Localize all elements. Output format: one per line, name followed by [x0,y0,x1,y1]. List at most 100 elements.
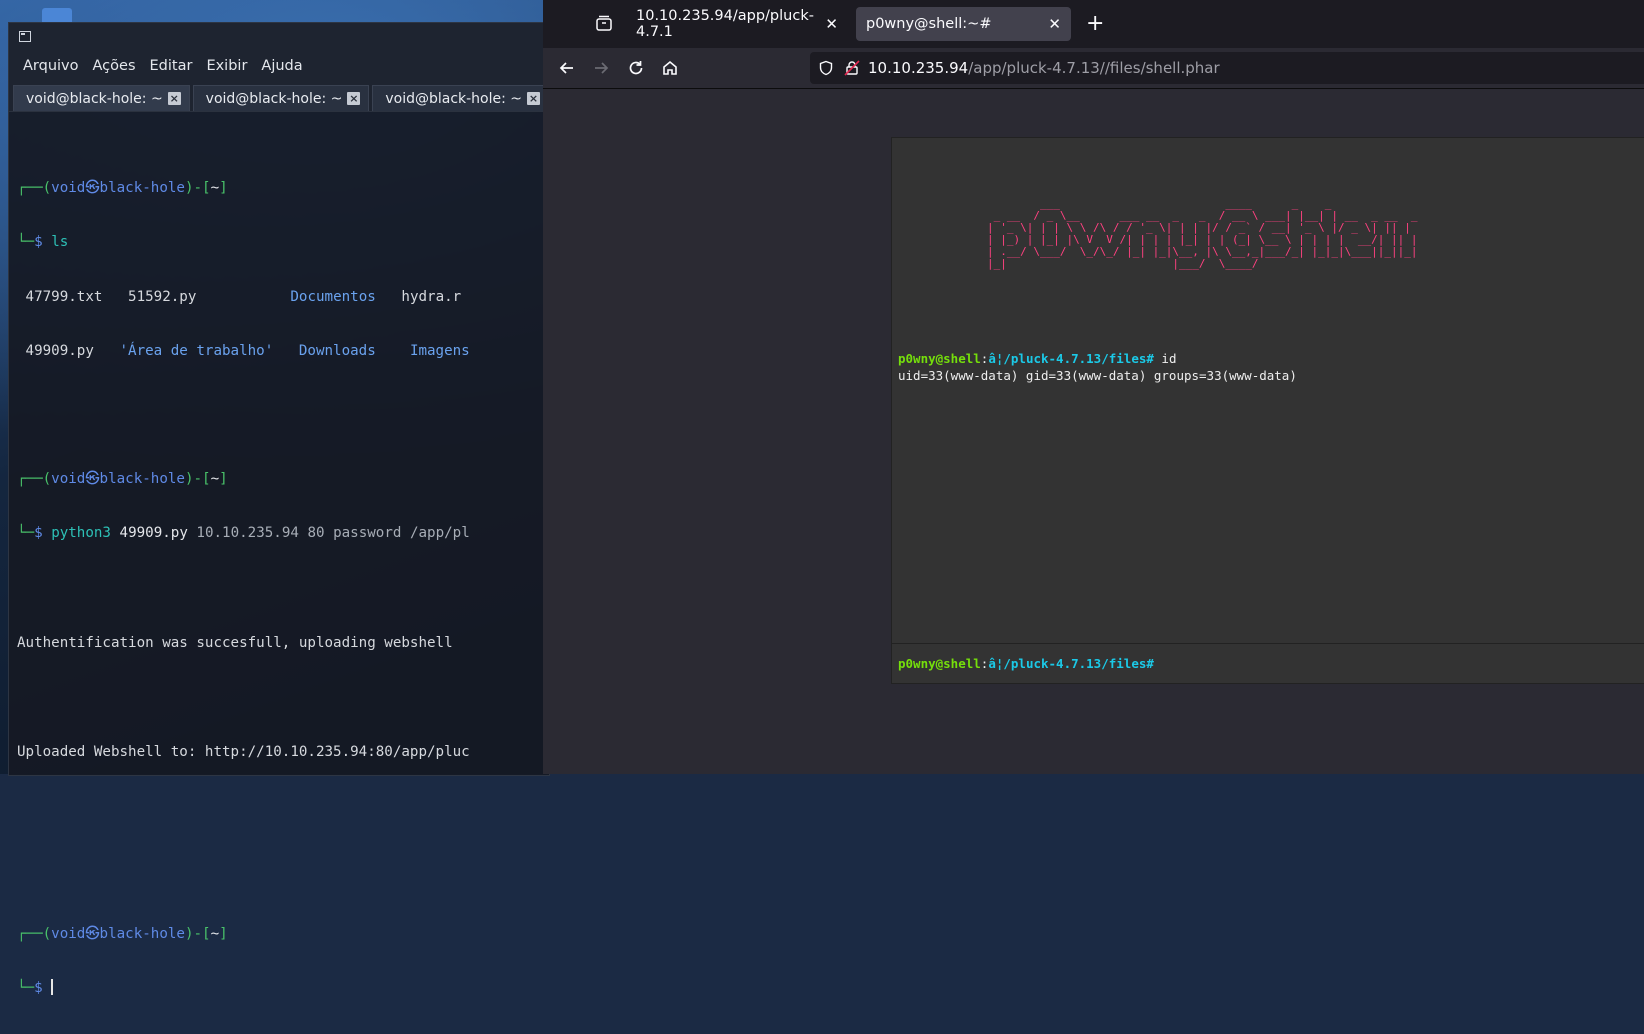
prompt-sign: $ [34,525,43,542]
command-line: └─$ ls [17,233,549,251]
prompt-user: void [51,925,86,942]
close-icon[interactable]: × [527,92,541,105]
prompt-user: void [51,179,86,196]
command-line: └─$ python3 49909.py 10.10.235.94 80 pas… [17,524,549,542]
prompt-dir: ~ [210,179,220,196]
prompt-line: ┌──(void㉿black-hole)-[~] [17,179,549,197]
terminal-window: Arquivo Ações Editar Exibir Ajuda void@b… [8,22,550,996]
ls-output-row: 49909.py 'Área de trabalho' Downloads Im… [17,342,549,360]
terminal-tab-label: void@black-hole: ~ [205,90,343,107]
terminal-tab-label: void@black-hole: ~ [385,90,523,107]
shell-input-prompt[interactable]: p0wny@shell:â¦/pluck-4.7.13/files# [898,656,1154,671]
shell-user: p0wny@shell [898,351,981,366]
terminal-menubar: Arquivo Ações Editar Exibir Ajuda [9,51,549,81]
forward-arrow-icon[interactable] [592,59,610,77]
ls-output-row: 47799.txt 51592.py Documentos hydra.r [17,288,549,306]
terminal-tab-2[interactable]: void@black-hole: ~ × [192,85,370,111]
output-line: Uploaded Webshell to: http://10.10.235.9… [17,743,470,760]
prompt-bracket-end: ] [219,470,228,487]
menu-acoes[interactable]: Ações [93,58,136,74]
prompt-host: black-hole [99,925,185,942]
shell-path: â¦/pluck-4.7.13/files [988,351,1147,366]
url-host: 10.10.235.94 [868,59,969,77]
file-entry: 49909.py [25,343,94,360]
prompt-sign: $ [34,980,43,997]
close-icon[interactable]: × [347,92,361,105]
browser-tab-title: 10.10.235.94/app/pluck-4.7.1 [636,8,814,40]
menu-arquivo[interactable]: Arquivo [23,58,79,74]
dir-entry: Downloads [298,343,376,360]
home-icon[interactable] [661,59,679,77]
reload-icon[interactable] [627,59,645,77]
prompt-host: black-hole [99,470,185,487]
browser-window: 10.10.235.94/app/pluck-4.7.1 ✕ p0wny@she… [543,0,1644,774]
dir-entry: 'Área de trabalho' [119,343,274,360]
terminal-tabbar: void@black-hole: ~ × void@black-hole: ~ … [9,81,550,112]
prompt-corner: └─ [17,980,35,997]
shell-user: p0wny@shell [898,656,981,671]
close-icon[interactable]: ✕ [825,15,838,33]
prompt-bracket-end: ] [219,179,228,196]
shell-command: id [1153,351,1177,366]
terminal-tab-3[interactable]: void@black-hole: ~ × [372,85,550,111]
url-path: /app/pluck-4.7.13//files/shell.phar [968,59,1220,77]
prompt-corner: ┌──( [17,470,52,487]
menu-exibir[interactable]: Exibir [206,58,247,74]
p0wny-shell-panel[interactable]: ___ ____ _ _ _ __ / _ \__ ___ __ _ _ / _… [891,137,1644,684]
output-line: Authentification was succesfull, uploadi… [17,634,453,651]
command-text: python3 [51,525,111,542]
text-cursor [51,979,54,996]
prompt-host: black-hole [99,179,185,196]
terminal-titlebar[interactable] [9,23,549,51]
tab-list-icon[interactable] [595,14,613,32]
new-tab-plus-icon[interactable]: + [1086,11,1104,36]
shield-icon[interactable] [818,60,834,76]
prompt-corner: └─ [17,234,35,251]
browser-navbar: 10.10.235.94/app/pluck-4.7.13//files/she… [543,48,1644,89]
browser-tab-p0wny[interactable]: p0wny@shell:~# ✕ [856,7,1071,41]
terminal-output[interactable]: ┌──(void㉿black-hole)-[~] └─$ ls 47799.tx… [9,112,549,1034]
terminal-tab-label: void@black-hole: ~ [26,90,163,107]
shell-hash: # [1146,656,1154,671]
shell-divider [892,643,1644,644]
command-args: 10.10.235.94 80 password /app/pl [196,525,470,542]
file-entry: 51592.py [128,288,197,305]
menu-editar[interactable]: Editar [150,58,193,74]
p0wny-ascii-banner: ___ ____ _ _ _ __ / _ \__ ___ __ _ _ / _… [987,197,1418,270]
prompt-corner: └─ [17,525,35,542]
prompt-corner: ┌──( [17,925,52,942]
menu-ajuda[interactable]: Ajuda [261,58,302,74]
prompt-at: ㉿ [85,470,100,487]
browser-tab-pluck[interactable]: 10.10.235.94/app/pluck-4.7.1 ✕ [626,7,848,41]
shell-command-output: uid=33(www-data) gid=33(www-data) groups… [898,368,1297,383]
dir-entry: Documentos [290,288,376,305]
file-entry: 47799.txt [25,288,103,305]
prompt-at: ㉿ [85,925,100,942]
terminal-tab-1[interactable]: void@black-hole: ~ × [13,85,190,111]
shell-hash: # [1146,351,1154,366]
browser-tabbar: 10.10.235.94/app/pluck-4.7.1 ✕ p0wny@she… [543,0,1644,48]
file-entry: hydra.r [401,288,462,305]
prompt-line: ┌──(void㉿black-hole)-[~] [17,470,549,488]
prompt-at: ㉿ [85,179,100,196]
prompt-user: void [51,470,86,487]
dir-entry: Imagens [409,343,470,360]
shell-path: â¦/pluck-4.7.13/files [988,656,1147,671]
browser-tab-title: p0wny@shell:~# [866,16,992,32]
prompt-bracket: )-[ [184,179,211,196]
insecure-lock-icon[interactable] [844,60,860,76]
page-content: ___ ____ _ _ _ __ / _ \__ ___ __ _ _ / _… [543,89,1644,774]
command-text: ls [51,234,69,251]
prompt-bracket: )-[ [184,925,211,942]
prompt-line: ┌──(void㉿black-hole)-[~] [17,925,549,943]
prompt-corner: ┌──( [17,179,52,196]
prompt-bracket: )-[ [184,470,211,487]
shell-output: p0wny@shell:â¦/pluck-4.7.13/files# id ui… [898,350,1297,384]
url-bar[interactable]: 10.10.235.94/app/pluck-4.7.13//files/she… [810,52,1644,84]
prompt-bracket-end: ] [219,925,228,942]
close-icon[interactable]: × [167,92,181,105]
prompt-dir: ~ [210,470,220,487]
terminal-app-icon [19,31,31,42]
close-icon[interactable]: ✕ [1048,15,1061,33]
back-arrow-icon[interactable] [558,59,576,77]
